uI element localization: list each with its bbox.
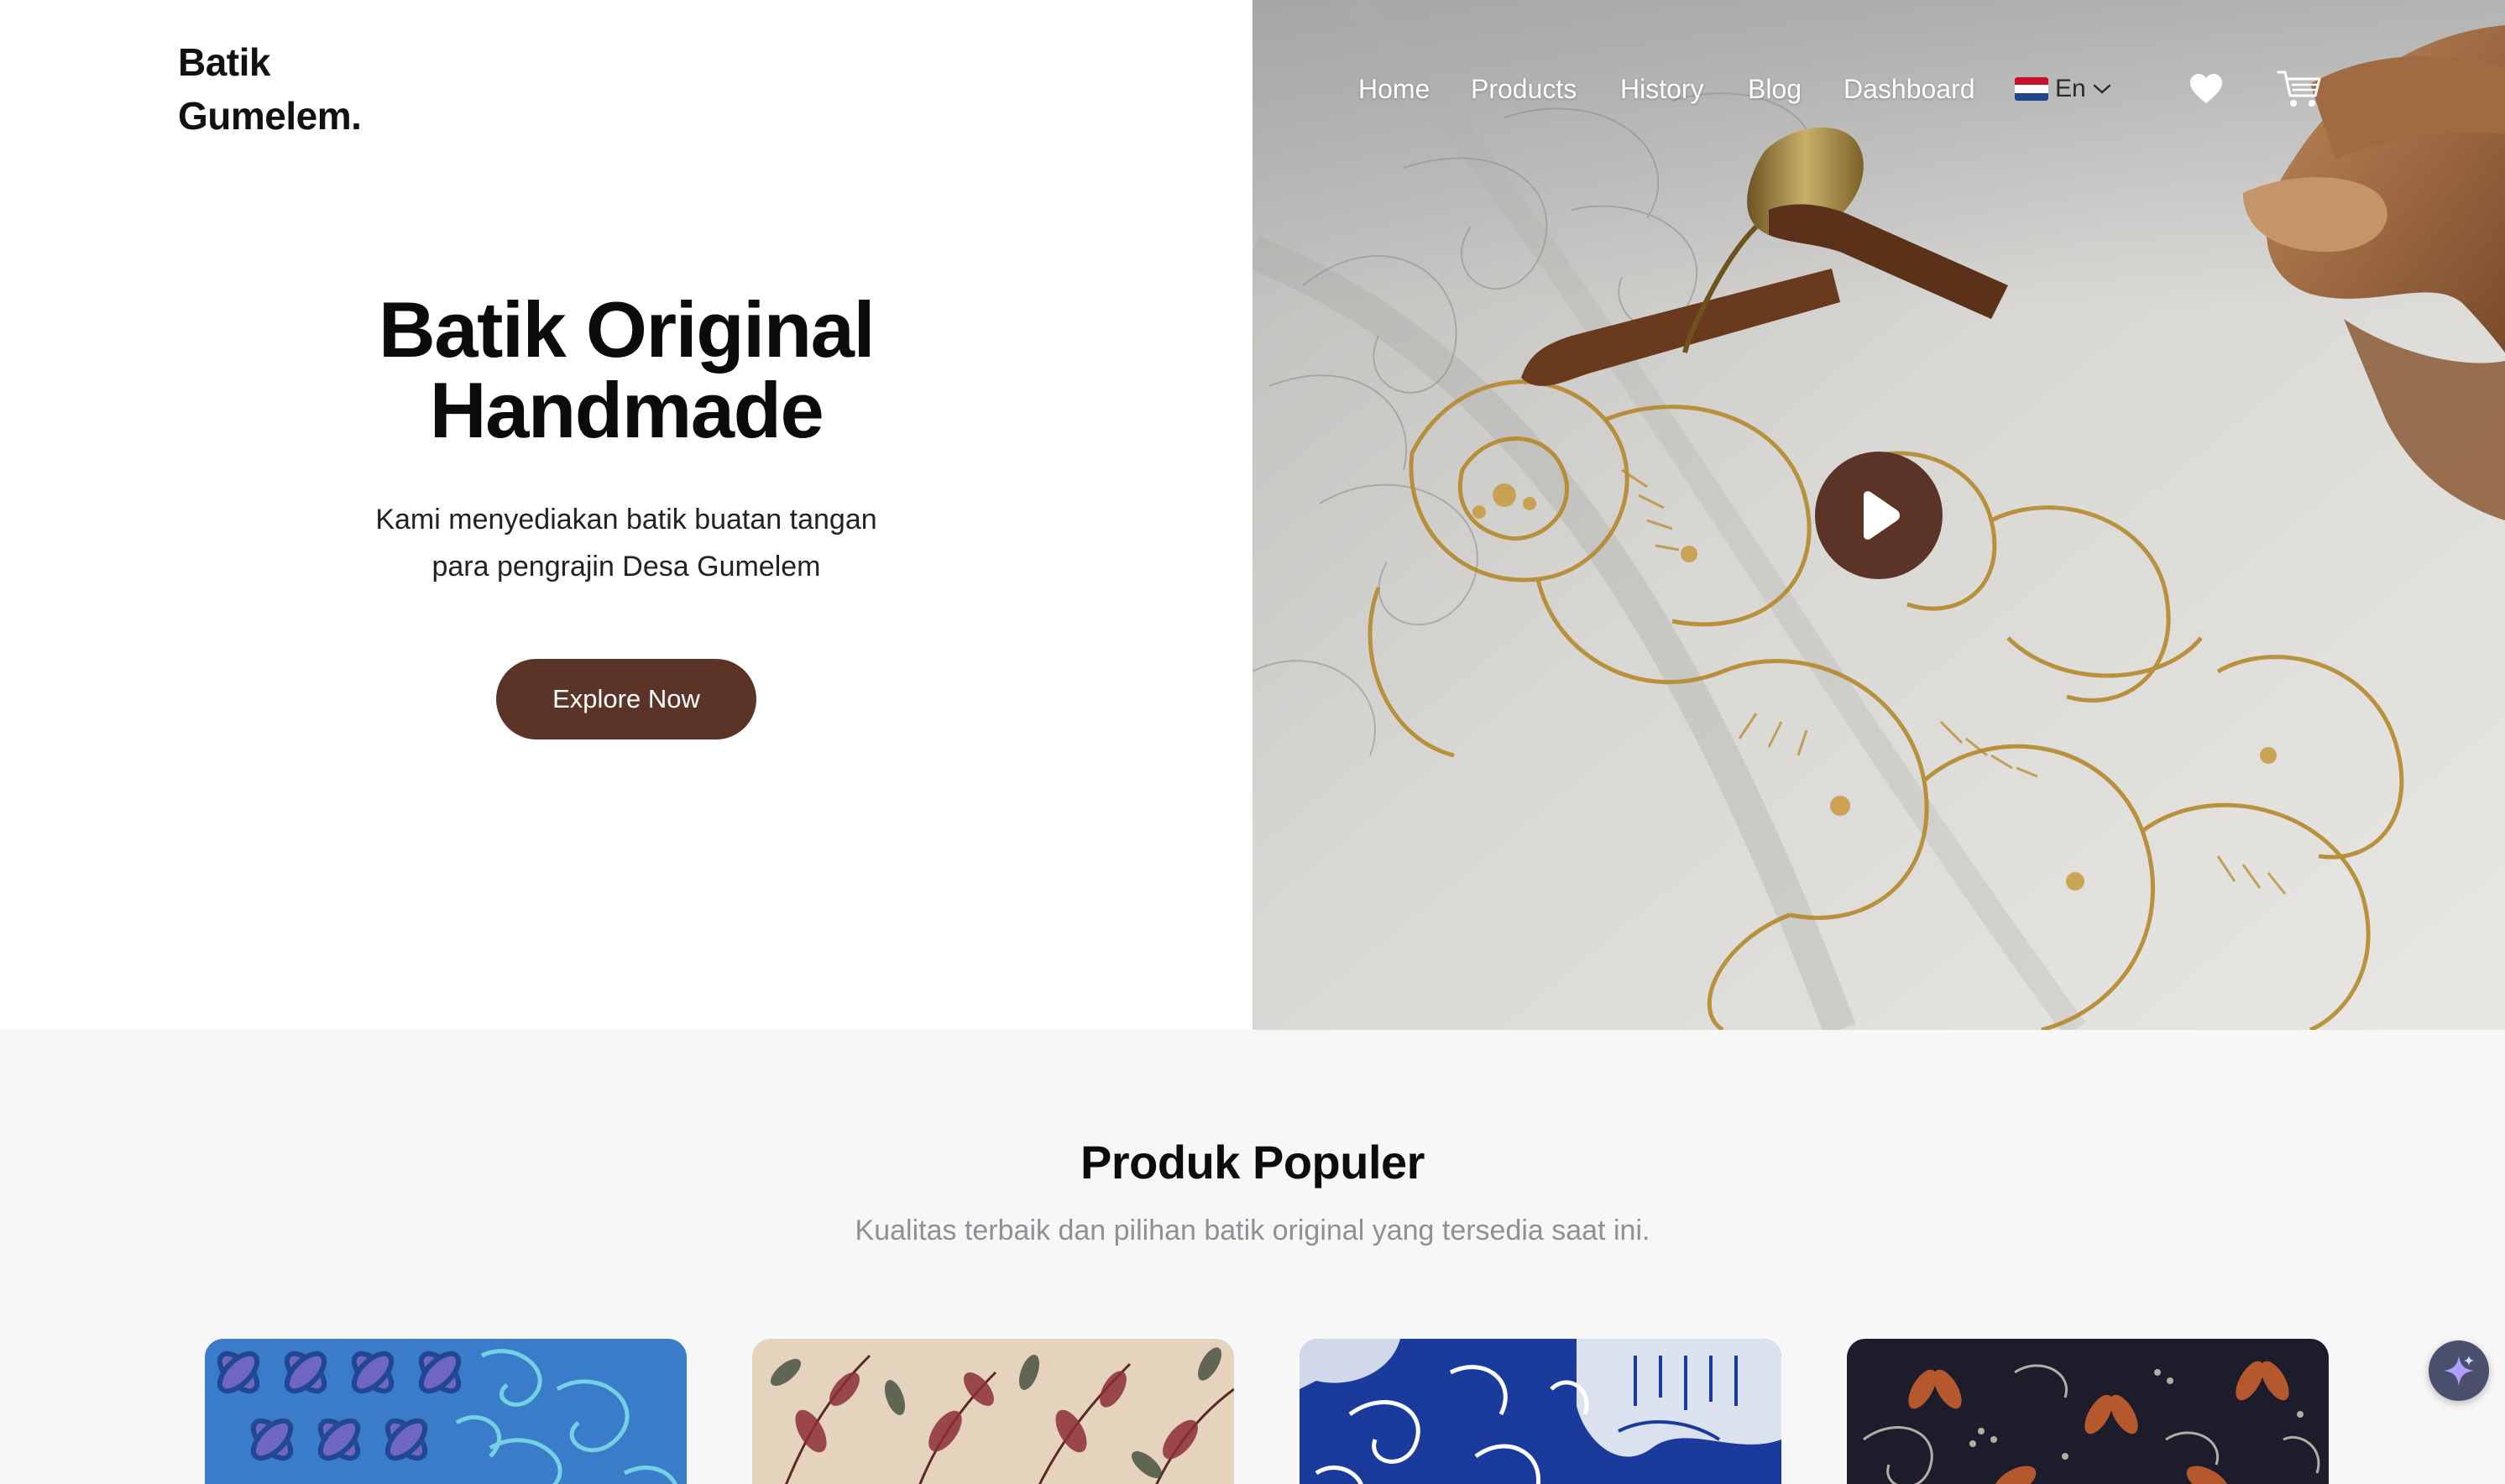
hero-title-line-2: Handmade: [429, 366, 824, 454]
product-image: [205, 1339, 687, 1484]
heart-icon: [2190, 74, 2222, 103]
language-selector[interactable]: En: [2015, 65, 2111, 112]
cart-button[interactable]: [2275, 65, 2324, 112]
nav-home[interactable]: Home: [1358, 65, 1430, 112]
wishlist-button[interactable]: [2186, 65, 2226, 112]
hero-title-line-1: Batik Original: [378, 285, 876, 374]
netherlands-flag-icon: [2015, 77, 2048, 101]
nav-blog[interactable]: Blog: [1748, 65, 1802, 112]
section-subtitle: Kualitas terbaik dan pilihan batik origi…: [855, 1215, 1650, 1246]
play-icon: [1864, 491, 1900, 540]
nav-history[interactable]: History: [1620, 65, 1704, 112]
assistant-button[interactable]: [2429, 1340, 2489, 1401]
cart-icon: [2277, 71, 2321, 107]
product-image: [1300, 1339, 1781, 1484]
hero-text-panel: Batik Gumelem. Batik Original Handmade K…: [0, 0, 1252, 1030]
play-video-button[interactable]: [1815, 452, 1943, 579]
sparkle-icon: [2444, 1356, 2474, 1386]
hero-section: Batik Gumelem. Batik Original Handmade K…: [0, 0, 2505, 1030]
product-card-dark-floral[interactable]: [1847, 1339, 2329, 1484]
hero-subtitle-line-1: Kami menyediakan batik buatan tangan: [375, 504, 877, 536]
hero-title: Batik Original Handmade: [0, 290, 1252, 451]
language-label: En: [2055, 75, 2086, 102]
section-title: Produk Populer: [1080, 1136, 1425, 1189]
product-card-blue-kawung[interactable]: [205, 1339, 687, 1484]
hero-copy: Batik Original Handmade Kami menyediakan…: [0, 290, 1252, 739]
product-image: [1847, 1339, 2329, 1484]
nav-products[interactable]: Products: [1471, 65, 1577, 112]
popular-products-section: Produk Populer Kualitas terbaik dan pili…: [0, 1030, 2505, 1484]
main-nav: Home Products History Blog Dashboard En: [0, 65, 2505, 112]
hero-subtitle: Kami menyediakan batik buatan tangan par…: [0, 496, 1252, 590]
hero-subtitle-line-2: para pengrajin Desa Gumelem: [431, 551, 821, 583]
product-card-cream-floral[interactable]: [752, 1339, 1234, 1484]
explore-now-button[interactable]: Explore Now: [496, 659, 756, 739]
product-image: [752, 1339, 1234, 1484]
nav-dashboard[interactable]: Dashboard: [1843, 65, 1975, 112]
chevron-down-icon: [2093, 84, 2110, 94]
product-card-indigo-white[interactable]: [1300, 1339, 1781, 1484]
